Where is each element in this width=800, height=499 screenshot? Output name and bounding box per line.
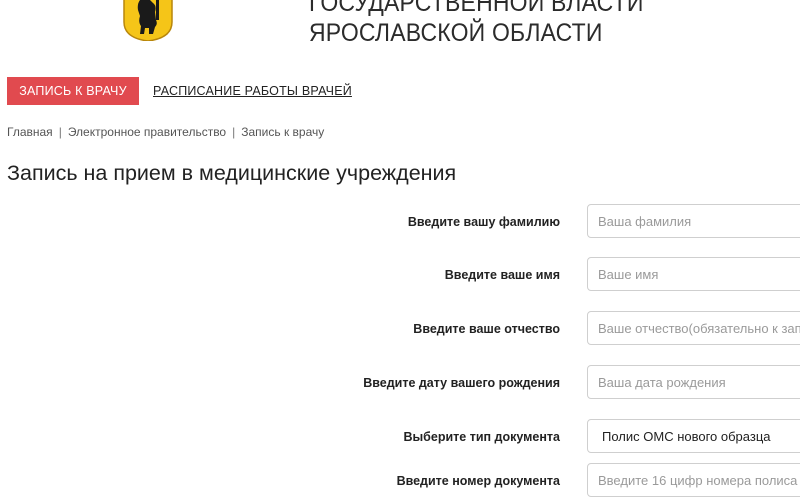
birthdate-field[interactable] — [587, 365, 800, 399]
surname-row: Введите вашу фамилию — [0, 204, 800, 240]
docnum-label: Введите номер документа — [396, 474, 560, 488]
doctype-row: Выберите тип документа Полис ОМС нового … — [0, 419, 800, 455]
patronymic-row: Введите ваше отчество — [0, 311, 800, 347]
breadcrumb-separator: | — [232, 125, 236, 139]
name-label: Введите ваше имя — [444, 268, 560, 282]
page-title: Запись на прием в медицинские учреждения — [7, 161, 457, 185]
coat-of-arms-icon — [123, 0, 173, 41]
doctype-label: Выберите тип документа — [403, 430, 560, 444]
docnum-field[interactable] — [587, 463, 800, 497]
breadcrumb: Главная | Электронное правительство | За… — [7, 125, 324, 139]
birthdate-label: Введите дату вашего рождения — [363, 376, 560, 390]
patronymic-field[interactable] — [587, 311, 800, 345]
tab-doctor-schedule[interactable]: РАСПИСАНИЕ РАБОТЫ ВРАЧЕЙ — [153, 84, 352, 98]
breadcrumb-separator: | — [58, 125, 62, 139]
surname-label: Введите вашу фамилию — [407, 215, 560, 229]
surname-field[interactable] — [587, 204, 800, 238]
breadcrumb-home[interactable]: Главная — [7, 125, 53, 139]
tab-doctor-appointment[interactable]: ЗАПИСЬ К ВРАЧУ — [7, 77, 139, 105]
doctype-select[interactable]: Полис ОМС нового образца — [587, 419, 800, 453]
title-line-2: ЯРОСЛАВСКОЙ ОБЛАСТИ — [309, 19, 603, 47]
patronymic-label: Введите ваше отчество — [413, 322, 560, 336]
government-title: ГОСУДАРСТВЕННОЙ ВЛАСТИ ЯРОСЛАВСКОЙ ОБЛАС… — [309, 0, 644, 48]
docnum-row: Введите номер документа — [0, 463, 800, 499]
name-field[interactable] — [587, 257, 800, 291]
name-row: Введите ваше имя — [0, 257, 800, 293]
breadcrumb-egov[interactable]: Электронное правительство — [68, 125, 226, 139]
birthdate-row: Введите дату вашего рождения — [0, 365, 800, 401]
title-line-1: ГОСУДАРСТВЕННОЙ ВЛАСТИ — [309, 0, 644, 17]
breadcrumb-current: Запись к врачу — [241, 125, 325, 139]
